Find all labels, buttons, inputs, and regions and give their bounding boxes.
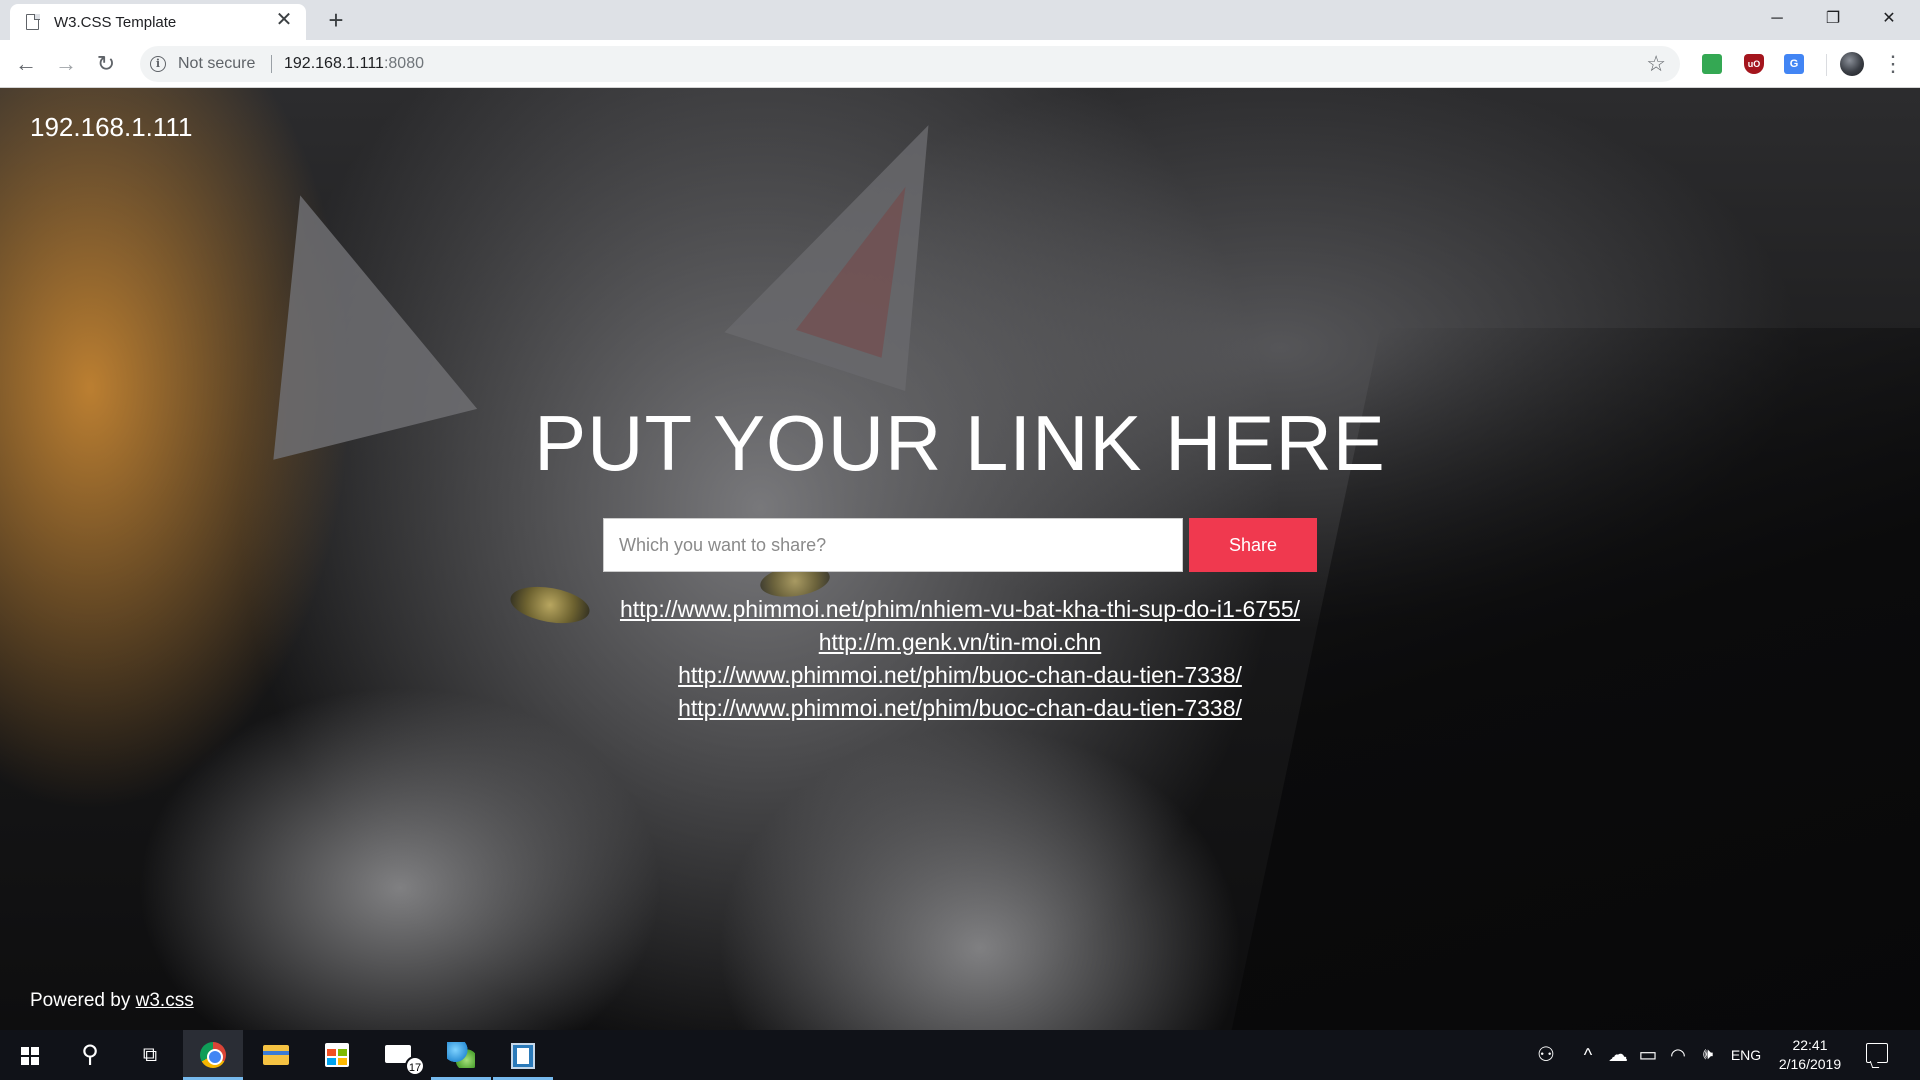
clock-time: 22:41 xyxy=(1792,1037,1828,1053)
network-app-icon xyxy=(447,1042,475,1068)
footer-prefix: Powered by xyxy=(30,990,136,1011)
search-icon: ⚲ xyxy=(81,1041,99,1068)
task-view-icon: ⧉ xyxy=(142,1044,158,1066)
omnibox-divider xyxy=(271,55,272,73)
site-host-label: 192.168.1.111 xyxy=(30,112,193,142)
url-port: :8080 xyxy=(383,55,424,72)
mail-badge: 17 xyxy=(405,1056,425,1076)
browser-menu-icon[interactable]: ⋮ xyxy=(1882,50,1904,78)
list-item: http://www.phimmoi.net/phim/buoc-chan-da… xyxy=(0,662,1920,688)
book-icon xyxy=(511,1043,535,1069)
search-button[interactable]: ⚲ xyxy=(60,1030,120,1080)
link-input[interactable] xyxy=(603,518,1183,572)
page-icon xyxy=(26,13,40,30)
clock[interactable]: 22:41 2/16/2019 xyxy=(1770,1036,1850,1074)
file-explorer-button[interactable] xyxy=(245,1030,305,1080)
reader-app-button[interactable] xyxy=(493,1030,553,1080)
url-text[interactable]: 192.168.1.111:8080 xyxy=(284,55,424,73)
hero-title: PUT YOUR LINK HERE xyxy=(534,399,1386,487)
tab-close-icon[interactable]: ✕ xyxy=(274,10,294,30)
language-indicator[interactable]: ENG xyxy=(1726,1030,1766,1080)
new-tab-button[interactable]: + xyxy=(322,6,350,34)
footer-credit: Powered by w3.css xyxy=(30,990,194,1012)
store-icon xyxy=(325,1043,349,1067)
network-app-button[interactable] xyxy=(431,1030,491,1080)
shared-link[interactable]: http://www.phimmoi.net/phim/buoc-chan-da… xyxy=(678,662,1242,688)
folder-icon xyxy=(263,1045,289,1065)
restore-button[interactable]: ❐ xyxy=(1810,4,1856,34)
close-window-button[interactable]: ✕ xyxy=(1866,4,1912,34)
green-extension-icon[interactable] xyxy=(1702,54,1722,74)
battery-icon[interactable]: ▭ xyxy=(1636,1030,1660,1080)
start-button[interactable] xyxy=(0,1030,60,1080)
share-form: Share xyxy=(603,518,1317,572)
wifi-icon[interactable]: ◠ xyxy=(1666,1030,1690,1080)
browser-tab[interactable]: W3.CSS Template ✕ xyxy=(10,4,306,40)
clock-date: 2/16/2019 xyxy=(1778,1056,1842,1072)
ublock-extension-icon[interactable]: uO xyxy=(1744,54,1764,74)
shared-link[interactable]: http://www.phimmoi.net/phim/buoc-chan-da… xyxy=(678,695,1242,721)
address-bar[interactable]: i Not secure 192.168.1.111:8080 ☆ xyxy=(140,46,1680,82)
taskbar: ⚲ ⧉ 17 ⚇ ^ ☁ ▭ ◠ 🕪 ENG 22:41 2/16/2019 xyxy=(0,1030,1920,1080)
security-status[interactable]: Not secure xyxy=(178,55,255,73)
windows-icon xyxy=(21,1047,39,1065)
toolbar-divider xyxy=(1826,54,1827,76)
w3css-link[interactable]: w3.css xyxy=(136,990,194,1011)
volume-icon[interactable]: 🕪 xyxy=(1696,1030,1720,1080)
notification-center-icon[interactable] xyxy=(1866,1043,1888,1063)
shared-links-list: http://www.phimmoi.net/phim/nhiem-vu-bat… xyxy=(0,596,1920,728)
tab-title: W3.CSS Template xyxy=(54,14,177,31)
reload-button[interactable]: ↻ xyxy=(92,50,120,78)
tab-strip: W3.CSS Template ✕ + ─ ❐ ✕ xyxy=(0,0,1920,40)
list-item: http://www.phimmoi.net/phim/buoc-chan-da… xyxy=(0,695,1920,721)
store-button[interactable] xyxy=(307,1030,367,1080)
onedrive-icon[interactable]: ☁ xyxy=(1606,1030,1630,1080)
info-icon[interactable]: i xyxy=(150,56,166,72)
task-view-button[interactable]: ⧉ xyxy=(120,1030,180,1080)
shared-link[interactable]: http://m.genk.vn/tin-moi.chn xyxy=(819,629,1102,655)
people-icon[interactable]: ⚇ xyxy=(1532,1030,1560,1080)
shared-link[interactable]: http://www.phimmoi.net/phim/nhiem-vu-bat… xyxy=(620,596,1300,622)
mail-button[interactable]: 17 xyxy=(369,1030,429,1080)
list-item: http://m.genk.vn/tin-moi.chn xyxy=(0,629,1920,655)
back-button[interactable]: ← xyxy=(12,50,40,78)
chevron-up-icon[interactable]: ^ xyxy=(1578,1030,1598,1080)
forward-button[interactable]: → xyxy=(52,50,80,78)
minimize-button[interactable]: ─ xyxy=(1754,4,1800,34)
browser-toolbar: ← → ↻ i Not secure 192.168.1.111:8080 ☆ … xyxy=(0,40,1920,88)
page-hero: 192.168.1.111 PUT YOUR LINK HERE Share h… xyxy=(0,88,1920,1030)
list-item: http://www.phimmoi.net/phim/nhiem-vu-bat… xyxy=(0,596,1920,622)
translate-extension-icon[interactable]: G xyxy=(1784,54,1804,74)
chrome-taskbar-button[interactable] xyxy=(183,1030,243,1080)
profile-avatar[interactable] xyxy=(1840,52,1864,76)
chrome-icon xyxy=(200,1042,226,1068)
url-host: 192.168.1.111 xyxy=(284,55,384,72)
bookmark-star-icon[interactable]: ☆ xyxy=(1646,51,1666,77)
share-button[interactable]: Share xyxy=(1189,518,1317,572)
